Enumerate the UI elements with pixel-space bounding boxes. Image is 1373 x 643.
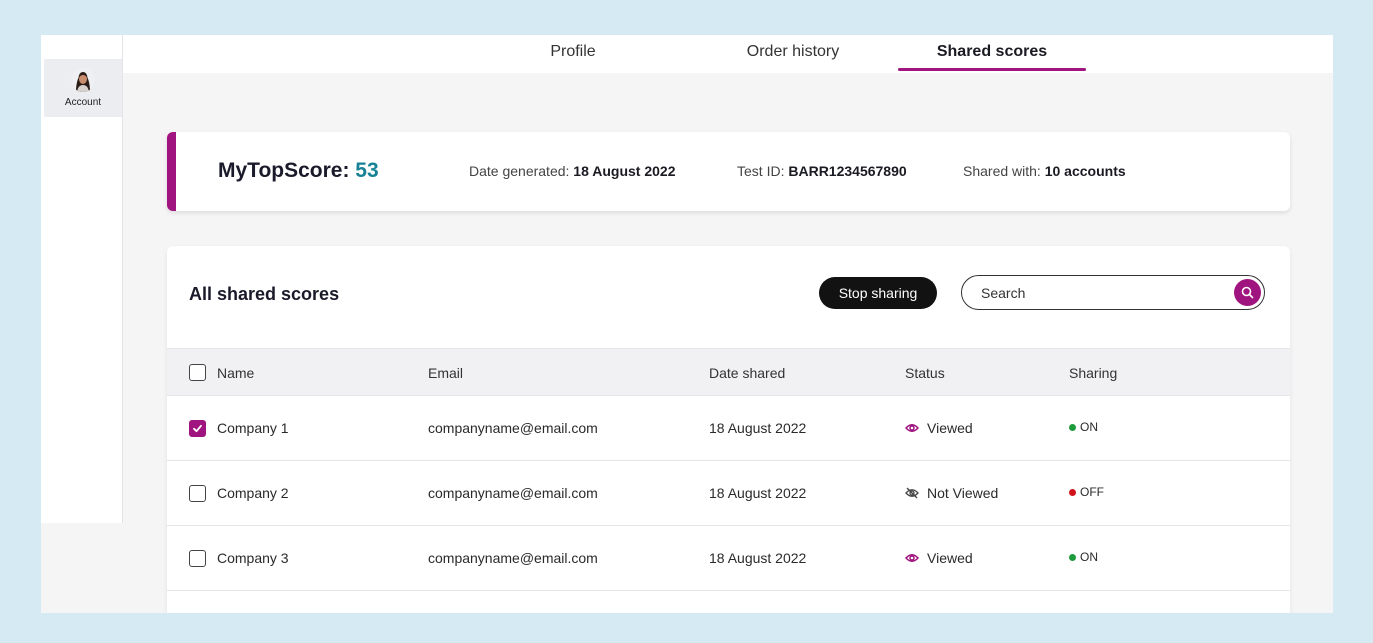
search-button[interactable]: [1234, 279, 1261, 306]
row-date-shared: 18 August 2022: [709, 550, 807, 566]
row-sharing-toggle[interactable]: ON: [1069, 420, 1098, 434]
row-email: companyname@email.com: [428, 485, 598, 501]
sharing-on-indicator: [1069, 423, 1076, 431]
tab-profile[interactable]: Profile: [503, 43, 643, 73]
row-sharing-toggle[interactable]: ON: [1069, 550, 1098, 564]
shared-scores-card: All shared scores Stop sharing Name Emai…: [167, 246, 1290, 613]
account-label: Account: [64, 97, 102, 108]
row-sharing-toggle[interactable]: OFF: [1069, 485, 1104, 499]
column-header-name: Name: [217, 365, 255, 381]
score-summary-card: MyTopScore: 53 Date generated: 18 August…: [167, 132, 1290, 211]
row-sharing-label: ON: [1080, 420, 1098, 434]
score-card-accent: [167, 132, 176, 211]
date-generated: Date generated: 18 August 2022: [469, 163, 676, 179]
column-header-email: Email: [428, 365, 464, 381]
table-row[interactable]: Company 1 companyname@email.com 18 Augus…: [167, 396, 1290, 461]
row-name: Company 2: [217, 485, 289, 501]
row-checkbox[interactable]: [189, 485, 206, 502]
avatar: [71, 68, 95, 92]
shared-with-value: 10 accounts: [1044, 163, 1126, 179]
column-header-sharing: Sharing: [1069, 365, 1118, 381]
tab-order-history[interactable]: Order history: [693, 43, 893, 73]
row-status: Viewed: [905, 550, 973, 566]
row-sharing-label: OFF: [1080, 485, 1104, 499]
search-icon: [1241, 286, 1254, 299]
tab-bar: Profile Order history Shared scores: [123, 35, 1333, 73]
test-id: Test ID: BARR1234567890: [737, 163, 907, 179]
sidebar-item-account[interactable]: Account: [44, 59, 122, 117]
score-value: 53: [355, 159, 379, 182]
select-all-checkbox[interactable]: [189, 364, 206, 381]
shared-with: Shared with: 10 accounts: [963, 163, 1126, 179]
row-checkbox[interactable]: [189, 550, 206, 567]
table-row-partial: [167, 591, 1290, 613]
date-generated-label: Date generated:: [469, 163, 574, 179]
stop-sharing-button[interactable]: Stop sharing: [819, 277, 937, 309]
check-icon: [193, 424, 202, 433]
table-header: Name Email Date shared Status Sharing: [167, 348, 1290, 396]
sharing-off-indicator: [1069, 488, 1076, 496]
eye-icon: [905, 554, 919, 562]
test-id-label: Test ID:: [737, 163, 789, 179]
app-window: Account Profile Order history Shared sco…: [41, 35, 1333, 613]
date-generated-value: 18 August 2022: [573, 163, 676, 179]
shared-with-label: Shared with:: [963, 163, 1045, 179]
row-sharing-label: ON: [1080, 550, 1098, 564]
row-status-label: Viewed: [927, 550, 973, 566]
row-status-label: Not Viewed: [927, 485, 999, 501]
active-tab-indicator: [898, 68, 1086, 71]
row-email: companyname@email.com: [428, 550, 598, 566]
eye-icon: [905, 424, 919, 432]
search-input[interactable]: [981, 283, 1221, 303]
row-name: Company 3: [217, 550, 289, 566]
test-id-value: BARR1234567890: [788, 163, 907, 179]
column-header-date-shared: Date shared: [709, 365, 786, 381]
row-checkbox[interactable]: [189, 420, 206, 437]
score-title: MyTopScore: 53: [218, 159, 379, 183]
score-label: MyTopScore:: [218, 159, 356, 182]
row-date-shared: 18 August 2022: [709, 420, 807, 436]
sidebar: Account: [41, 35, 123, 523]
search-box: [961, 275, 1265, 310]
column-header-status: Status: [905, 365, 945, 381]
table-row[interactable]: Company 2 companyname@email.com 18 Augus…: [167, 461, 1290, 526]
sharing-on-indicator: [1069, 553, 1076, 561]
row-email: companyname@email.com: [428, 420, 598, 436]
table-row[interactable]: Company 3 companyname@email.com 18 Augus…: [167, 526, 1290, 591]
row-status-label: Viewed: [927, 420, 973, 436]
row-name: Company 1: [217, 420, 289, 436]
row-status: Not Viewed: [905, 485, 998, 501]
card-title: All shared scores: [189, 284, 340, 304]
row-status: Viewed: [905, 420, 973, 436]
eye-off-icon: [905, 487, 919, 499]
row-date-shared: 18 August 2022: [709, 485, 807, 501]
